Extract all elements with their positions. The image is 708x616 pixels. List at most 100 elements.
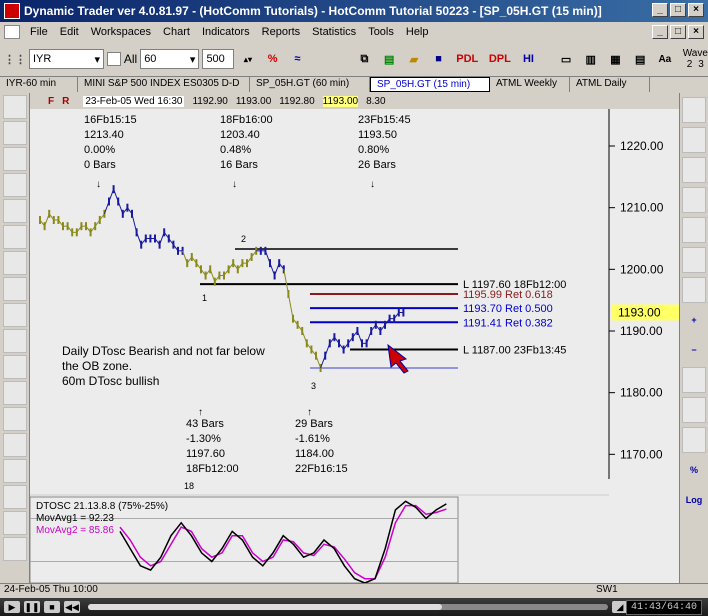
copy-icon[interactable]: ⧉ bbox=[354, 48, 376, 70]
abc-tool-icon[interactable] bbox=[2, 511, 27, 535]
child-close-button[interactable]: × bbox=[688, 25, 704, 39]
log-tool-icon[interactable]: Log bbox=[682, 487, 706, 513]
child-minimize-button[interactable]: _ bbox=[652, 25, 668, 39]
period-combo[interactable]: 60 ▾ bbox=[140, 49, 200, 69]
child-restore-button[interactable]: □ bbox=[670, 25, 686, 39]
zero-tool-icon[interactable] bbox=[682, 397, 706, 423]
down-arrow-icon: ↓ bbox=[370, 179, 375, 190]
FIB-tool-icon[interactable] bbox=[2, 407, 27, 431]
S-tool-icon[interactable] bbox=[2, 537, 27, 561]
window-icon[interactable]: ▭ bbox=[555, 48, 577, 70]
wave-num-2[interactable]: 2 bbox=[687, 59, 693, 70]
swing-top-price: 1203.40 bbox=[220, 129, 260, 141]
line-tool-icon[interactable] bbox=[2, 121, 27, 145]
progress-track[interactable] bbox=[88, 604, 608, 610]
DATE-tool-icon[interactable] bbox=[2, 459, 27, 483]
arrows-lr-tool-icon[interactable] bbox=[682, 217, 706, 243]
minimize-button[interactable]: _ bbox=[652, 3, 668, 17]
tile-icon[interactable]: ▥ bbox=[580, 48, 602, 70]
app-icon bbox=[4, 3, 20, 19]
R-tool-icon[interactable] bbox=[2, 199, 27, 223]
tab-atml-weekly[interactable]: ATML Weekly bbox=[490, 77, 570, 92]
price-chart[interactable]: 1220.001210.001200.001193.001190.001180.… bbox=[30, 109, 679, 583]
save-icon[interactable]: ■ bbox=[428, 48, 450, 70]
PT-tool-icon[interactable] bbox=[2, 277, 27, 301]
menu-file[interactable]: File bbox=[24, 26, 54, 38]
COW-tool-icon[interactable] bbox=[2, 329, 27, 353]
magnet-tool-icon[interactable] bbox=[682, 367, 706, 393]
tab-sp-15[interactable]: SP_05H.GT (15 min) bbox=[370, 77, 490, 92]
zoom-out-tool-icon[interactable] bbox=[682, 127, 706, 153]
up-arrow-icon: ↑ bbox=[307, 407, 312, 418]
percent-tool-icon[interactable]: % bbox=[262, 48, 284, 70]
menu-chart[interactable]: Chart bbox=[157, 26, 196, 38]
document-icon[interactable] bbox=[4, 25, 20, 39]
swing-bottom-price: 1197.60 bbox=[186, 448, 225, 460]
fib-tool-icon[interactable] bbox=[2, 173, 27, 197]
hi-button[interactable]: HI bbox=[518, 48, 540, 70]
down-tool-icon[interactable] bbox=[682, 157, 706, 183]
wave-tool-icon[interactable] bbox=[2, 303, 27, 327]
up-tool-icon[interactable] bbox=[682, 187, 706, 213]
chart-area[interactable]: F R 23-Feb-05 Wed 16:30 1192.90 1193.00 … bbox=[30, 93, 679, 583]
checkbox-all[interactable] bbox=[107, 52, 121, 66]
new-chart-icon[interactable]: ▤ bbox=[378, 48, 400, 70]
open-folder-icon[interactable]: ▰ bbox=[403, 48, 425, 70]
maximize-button[interactable]: □ bbox=[670, 3, 686, 17]
dropdown-arrow-icon: ▾ bbox=[94, 53, 101, 66]
wave-num-3[interactable]: 3 bbox=[698, 59, 704, 70]
info-f[interactable]: F bbox=[48, 96, 54, 107]
compare-icon[interactable]: ≈ bbox=[287, 48, 309, 70]
bars-count-input[interactable]: 500 bbox=[202, 49, 235, 69]
minus-tool-icon[interactable]: − bbox=[682, 337, 706, 363]
text-icon[interactable]: Aa bbox=[654, 48, 676, 70]
arrows-tool-icon[interactable] bbox=[682, 247, 706, 273]
line2-tool-icon[interactable] bbox=[2, 147, 27, 171]
layout-icon[interactable]: ▤ bbox=[629, 48, 651, 70]
stop-icon[interactable]: ■ bbox=[44, 601, 60, 613]
swing-bottom-pct: -1.30% bbox=[186, 433, 221, 445]
play-icon[interactable]: ▶ bbox=[4, 601, 20, 613]
swing-top-pct: 0.80% bbox=[358, 144, 389, 156]
menu-edit[interactable]: Edit bbox=[54, 26, 85, 38]
grid-icon[interactable]: ⋮⋮ bbox=[4, 48, 26, 70]
annotation-text: 60m DTosc bullish bbox=[62, 374, 159, 388]
TIME-tool-icon[interactable] bbox=[2, 433, 27, 457]
menu-reports[interactable]: Reports bbox=[256, 26, 307, 38]
symbol-combo[interactable]: IYR ▾ bbox=[29, 49, 105, 69]
hot-tool-icon[interactable] bbox=[682, 427, 706, 453]
PCT-tool-icon[interactable] bbox=[2, 381, 27, 405]
all-label: All bbox=[123, 52, 138, 66]
pdl-button[interactable]: PDL bbox=[452, 48, 482, 70]
cycle-tool-icon[interactable] bbox=[2, 485, 27, 509]
tab-atml-daily[interactable]: ATML Daily bbox=[570, 77, 650, 92]
menu-tools[interactable]: Tools bbox=[362, 26, 400, 38]
dpl-button[interactable]: DPL bbox=[485, 48, 515, 70]
close-button[interactable]: × bbox=[688, 3, 704, 17]
T-tool-icon[interactable] bbox=[2, 251, 27, 275]
wave-panel[interactable]: Wave 23 bbox=[683, 48, 708, 70]
tab-iyr-60[interactable]: IYR-60 min bbox=[0, 77, 78, 92]
info-range: 8.30 bbox=[366, 95, 386, 107]
info-low: 1192.80 bbox=[279, 95, 315, 107]
rewind-icon[interactable]: ◀◀ bbox=[64, 601, 80, 613]
swing-top-bars: 26 Bars bbox=[358, 159, 396, 171]
E-tool-icon[interactable] bbox=[2, 225, 27, 249]
tab-sp-60[interactable]: SP_05H.GT (60 min) bbox=[250, 77, 370, 92]
wave-tool-icon[interactable] bbox=[682, 277, 706, 303]
cursor-tool-icon[interactable] bbox=[2, 95, 27, 119]
pct-tool-icon[interactable]: % bbox=[682, 457, 706, 483]
menu-statistics[interactable]: Statistics bbox=[306, 26, 362, 38]
plus-tool-icon[interactable]: + bbox=[682, 307, 706, 333]
info-r[interactable]: R bbox=[62, 96, 69, 107]
menu-help[interactable]: Help bbox=[400, 26, 435, 38]
PRICE-tool-icon[interactable] bbox=[2, 355, 27, 379]
cascade-icon[interactable]: ▦ bbox=[605, 48, 627, 70]
pause-icon[interactable]: ❚❚ bbox=[24, 601, 40, 613]
menu-indicators[interactable]: Indicators bbox=[196, 26, 256, 38]
spin-icon[interactable]: ▴▾ bbox=[237, 48, 259, 70]
swing-bottom-bars: 29 Bars bbox=[295, 418, 333, 430]
tab-mini-sp[interactable]: MINI S&P 500 INDEX ES0305 D-D bbox=[78, 77, 250, 92]
menu-workspaces[interactable]: Workspaces bbox=[85, 26, 157, 38]
zoom-tool-icon[interactable] bbox=[682, 97, 706, 123]
